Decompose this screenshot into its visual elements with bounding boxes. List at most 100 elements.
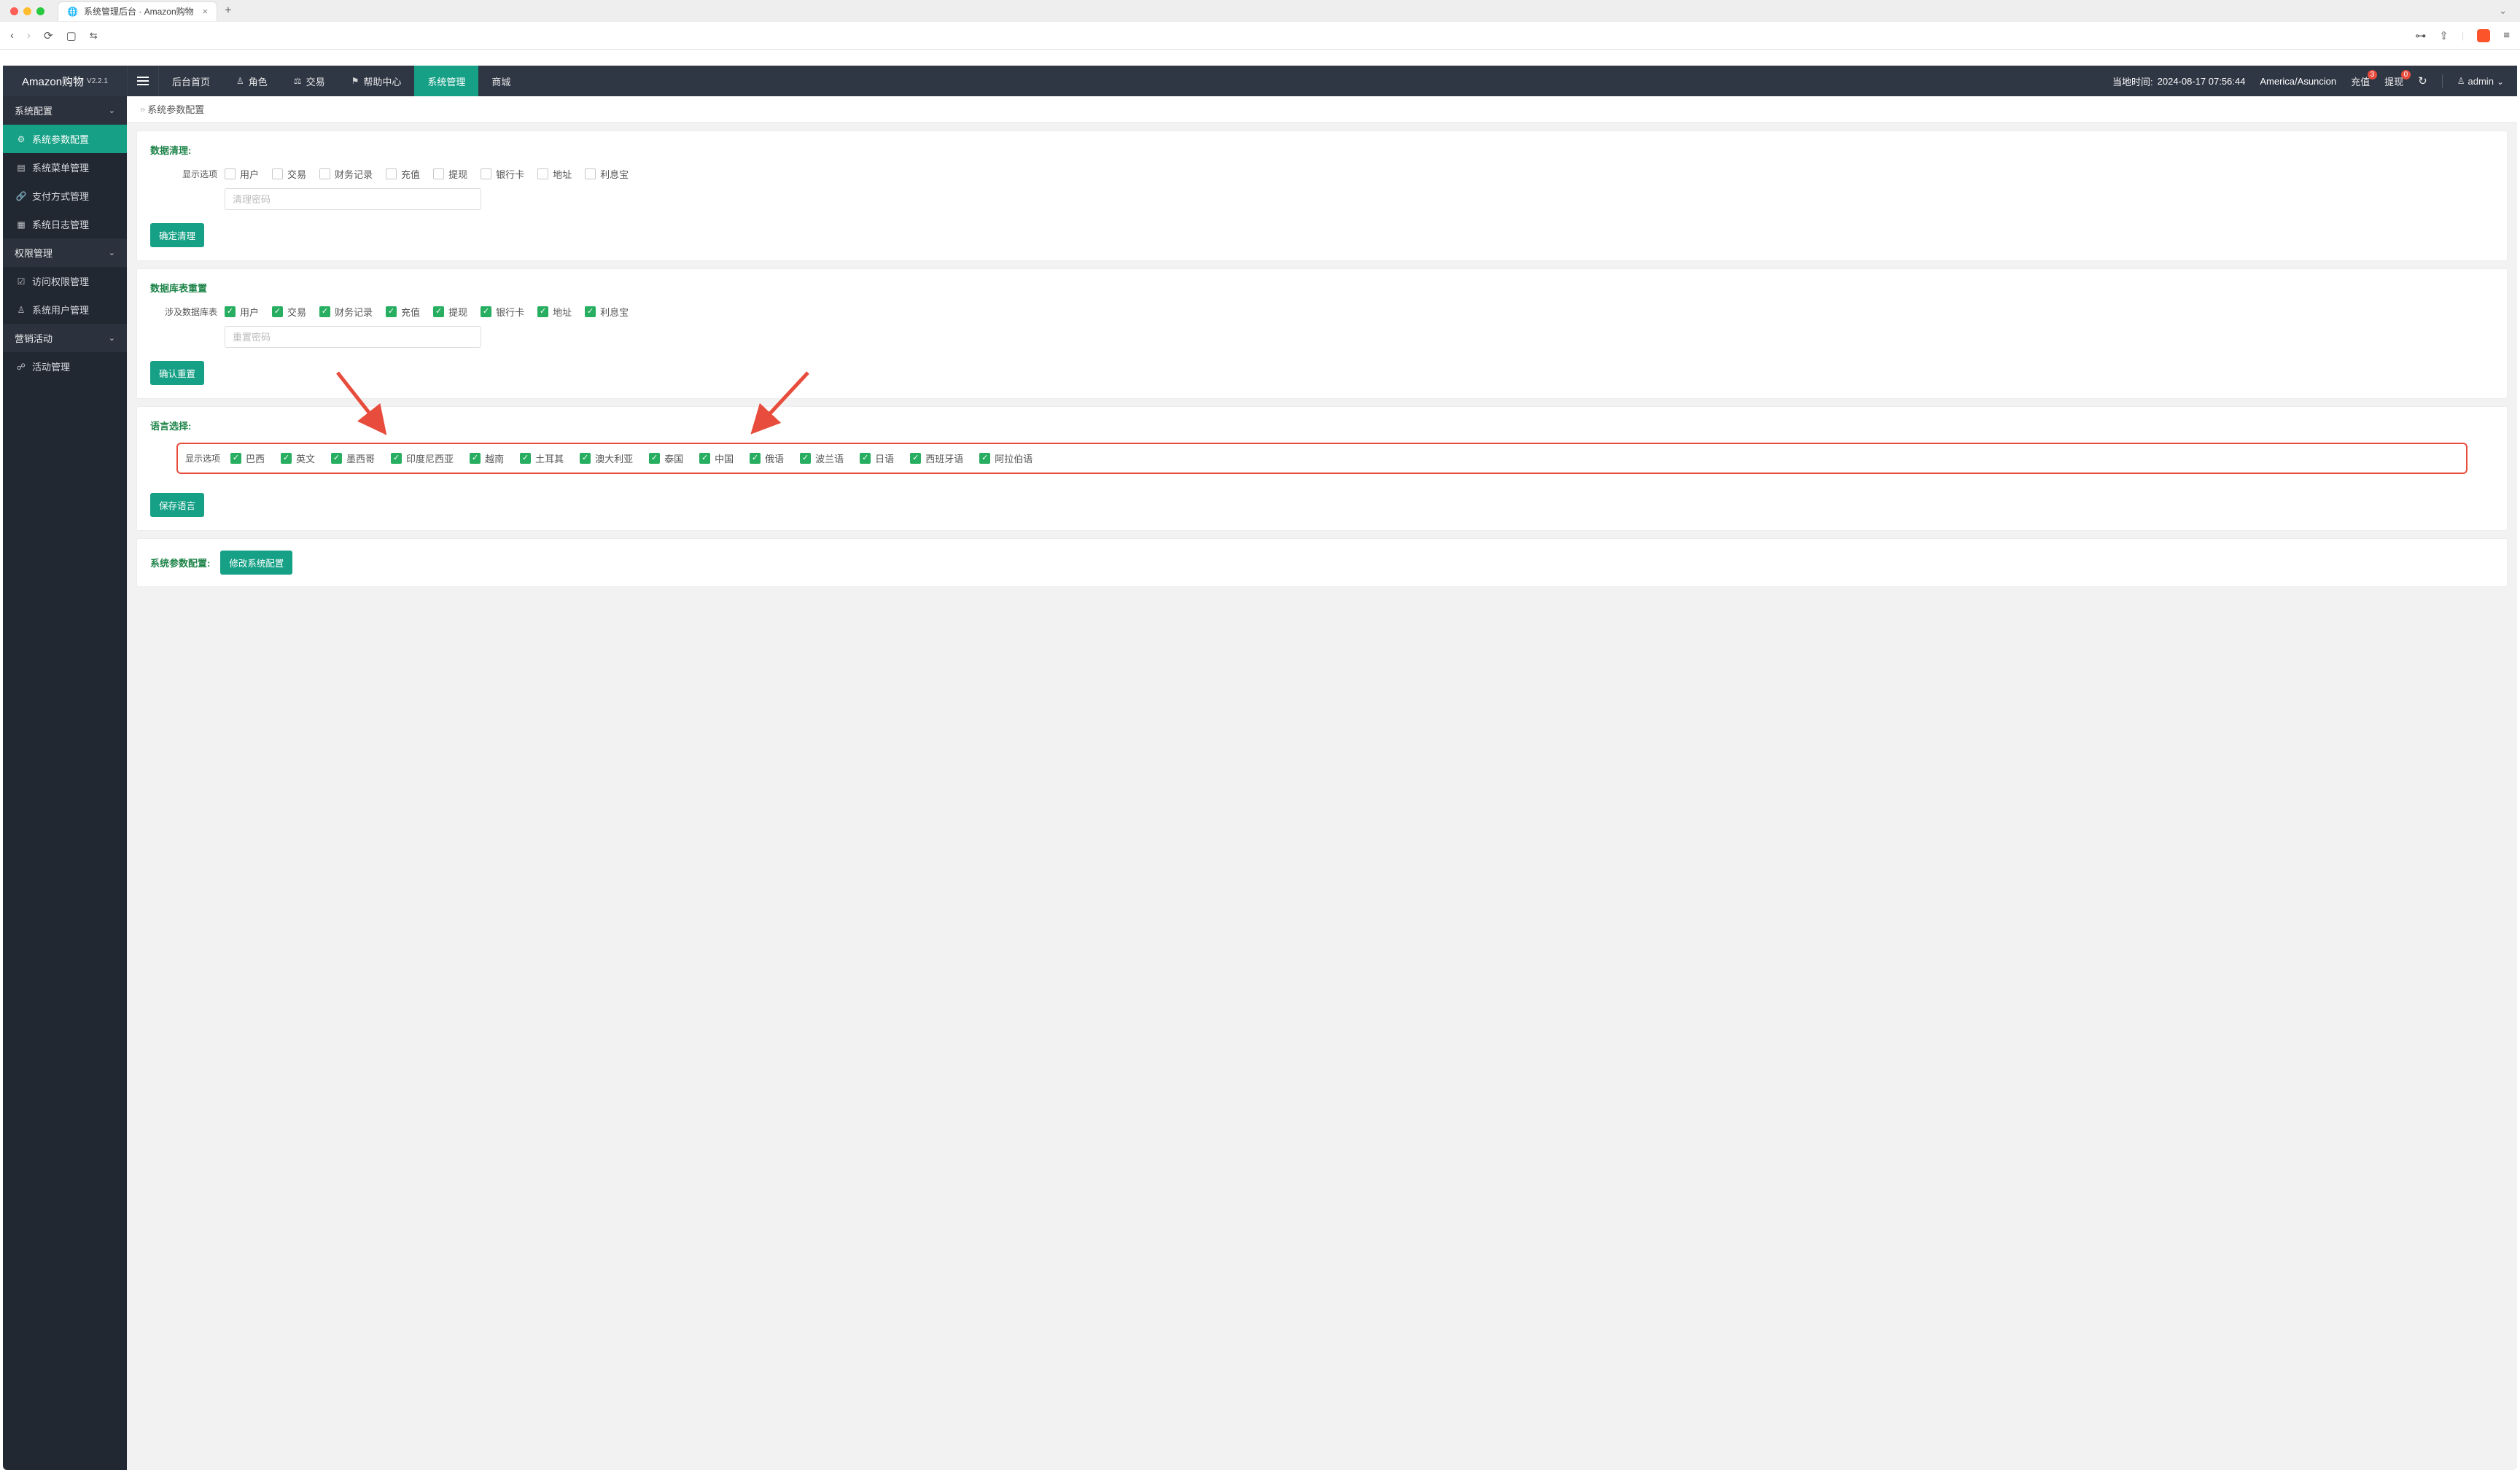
topnav-system[interactable]: 系统管理: [414, 66, 478, 96]
checkbox-option[interactable]: 提现: [433, 305, 467, 319]
checkbox-option[interactable]: 地址: [537, 305, 572, 319]
close-window-icon[interactable]: [10, 7, 18, 15]
minimize-window-icon[interactable]: [23, 7, 31, 15]
clean-password-input[interactable]: [225, 188, 481, 210]
checkbox-option[interactable]: 财务记录: [319, 305, 373, 319]
tab-title: 系统管理后台 · Amazon购物: [84, 5, 194, 18]
checkbox-option[interactable]: 墨西哥: [331, 451, 375, 465]
nav-forward-icon[interactable]: ›: [27, 29, 31, 42]
close-tab-icon[interactable]: ×: [203, 6, 209, 17]
sidebar-group-system[interactable]: 系统配置⌄: [3, 96, 127, 125]
checkbox-option[interactable]: 利息宝: [585, 305, 629, 319]
new-tab-button[interactable]: +: [225, 4, 231, 18]
nav-back-icon[interactable]: ‹: [10, 29, 14, 42]
checkbox-option[interactable]: 越南: [470, 451, 504, 465]
reload-icon[interactable]: ⟳: [44, 29, 53, 42]
confirm-reset-button[interactable]: 确认重置: [150, 361, 204, 385]
checkbox-option[interactable]: 俄语: [750, 451, 784, 465]
checkbox-option[interactable]: 充值: [386, 167, 420, 181]
chevron-down-icon: ⌄: [109, 248, 115, 257]
panel-db-reset: 数据库表重置 涉及数据库表 用户交易财务记录充值提现银行卡地址利息宝 确认重置: [137, 269, 2507, 398]
checkbox-option[interactable]: 英文: [281, 451, 315, 465]
checkbox-option[interactable]: 提现: [433, 167, 467, 181]
sidebar-item-access[interactable]: ☑访问权限管理: [3, 267, 127, 295]
checkbox-option[interactable]: 泰国: [649, 451, 683, 465]
sidebar-item-payment[interactable]: 🔗支付方式管理: [3, 182, 127, 210]
checkbox-icon: [470, 453, 481, 464]
checkbox-label: 泰国: [664, 451, 683, 465]
checkbox-icon: [225, 306, 236, 317]
checkbox-option[interactable]: 印度尼西亚: [391, 451, 454, 465]
save-language-button[interactable]: 保存语言: [150, 493, 204, 517]
checkbox-icon: [272, 168, 283, 179]
globe-icon: 🌐: [67, 7, 78, 17]
checkbox-option[interactable]: 日语: [860, 451, 894, 465]
checkbox-option[interactable]: 交易: [272, 305, 306, 319]
checkbox-icon: [537, 306, 548, 317]
reset-password-input[interactable]: [225, 326, 481, 348]
topnav-trade[interactable]: ⚖交易: [281, 66, 338, 96]
checkbox-option[interactable]: 用户: [225, 167, 259, 181]
checkbox-label: 财务记录: [335, 167, 373, 181]
topnav-mall[interactable]: 商城: [478, 66, 524, 96]
modify-sysconfig-button[interactable]: 修改系统配置: [220, 551, 292, 575]
checkbox-icon: [225, 168, 236, 179]
sidebar-group-permission[interactable]: 权限管理⌄: [3, 238, 127, 267]
checkbox-option[interactable]: 银行卡: [481, 305, 524, 319]
checkbox-option[interactable]: 西班牙语: [910, 451, 963, 465]
top-nav: 后台首页 ♙角色 ⚖交易 ⚑帮助中心 系统管理 商城: [159, 66, 524, 96]
checkbox-option[interactable]: 交易: [272, 167, 306, 181]
sidebar-item-sysparams[interactable]: ⚙系统参数配置: [3, 125, 127, 153]
checkbox-icon: [649, 453, 660, 464]
bookmark-icon[interactable]: ▢: [66, 29, 77, 42]
confirm-clean-button[interactable]: 确定清理: [150, 223, 204, 247]
checkbox-label: 地址: [553, 305, 572, 319]
checkbox-icon: [481, 168, 491, 179]
checkbox-option[interactable]: 波兰语: [800, 451, 844, 465]
panel-data-clean: 数据清理: 显示选项 用户交易财务记录充值提现银行卡地址利息宝 确定清理: [137, 131, 2507, 260]
sidebar-item-activity[interactable]: ☍活动管理: [3, 352, 127, 381]
chevron-down-icon[interactable]: ⌄: [2499, 5, 2507, 17]
checkbox-label: 提现: [448, 305, 467, 319]
topnav-help[interactable]: ⚑帮助中心: [338, 66, 415, 96]
key-icon[interactable]: ⊶: [2415, 29, 2426, 42]
checkbox-option[interactable]: 阿拉伯语: [979, 451, 1032, 465]
checkbox-option[interactable]: 中国: [699, 451, 734, 465]
refresh-button[interactable]: ↻: [2418, 74, 2427, 88]
checkbox-option[interactable]: 用户: [225, 305, 259, 319]
sidebar-group-marketing[interactable]: 营销活动⌄: [3, 324, 127, 352]
withdraw-button[interactable]: 提现 0: [2384, 74, 2403, 88]
checkbox-option[interactable]: 财务记录: [319, 167, 373, 181]
brave-shield-icon[interactable]: [2477, 29, 2490, 42]
sidebar-toggle-button[interactable]: [127, 66, 159, 96]
sidebar-item-syslog[interactable]: ▦系统日志管理: [3, 210, 127, 238]
share-icon[interactable]: ⇪: [2439, 29, 2449, 42]
maximize-window-icon[interactable]: [36, 7, 44, 15]
checkbox-option[interactable]: 土耳其: [520, 451, 564, 465]
checkbox-icon: [979, 453, 990, 464]
checkbox-option[interactable]: 银行卡: [481, 167, 524, 181]
hamburger-menu-icon[interactable]: ≡: [2503, 29, 2510, 42]
window-controls[interactable]: [10, 7, 44, 15]
checkbox-label: 阿拉伯语: [995, 451, 1032, 465]
recharge-badge: 3: [2368, 70, 2378, 79]
checkbox-option[interactable]: 充值: [386, 305, 420, 319]
checkbox-option[interactable]: 巴西: [230, 451, 265, 465]
checkbox-label: 巴西: [246, 451, 265, 465]
topnav-home[interactable]: 后台首页: [159, 66, 223, 96]
panel-title: 数据清理:: [150, 143, 2494, 157]
checkbox-option[interactable]: 地址: [537, 167, 572, 181]
checkbox-option[interactable]: 利息宝: [585, 167, 629, 181]
checkbox-option[interactable]: 澳大利亚: [580, 451, 633, 465]
recharge-button[interactable]: 充值 3: [2351, 74, 2370, 88]
sidebar-item-sysuser[interactable]: ♙系统用户管理: [3, 295, 127, 324]
browser-toolbar: ‹ › ⟳ ▢ ⇆ ⊶ ⇪ | ≡: [0, 22, 2520, 49]
browser-tab[interactable]: 🌐 系统管理后台 · Amazon购物 ×: [58, 1, 217, 21]
topnav-roles[interactable]: ♙角色: [223, 66, 281, 96]
toggle-icon[interactable]: ⇆: [90, 30, 98, 42]
user-menu[interactable]: ♙ admin ⌄: [2457, 75, 2504, 87]
checkbox-label: 澳大利亚: [595, 451, 633, 465]
checkbox-label: 充值: [401, 305, 420, 319]
time-label: 当地时间:: [2112, 74, 2153, 88]
sidebar-item-sysmenu[interactable]: ▤系统菜单管理: [3, 153, 127, 182]
